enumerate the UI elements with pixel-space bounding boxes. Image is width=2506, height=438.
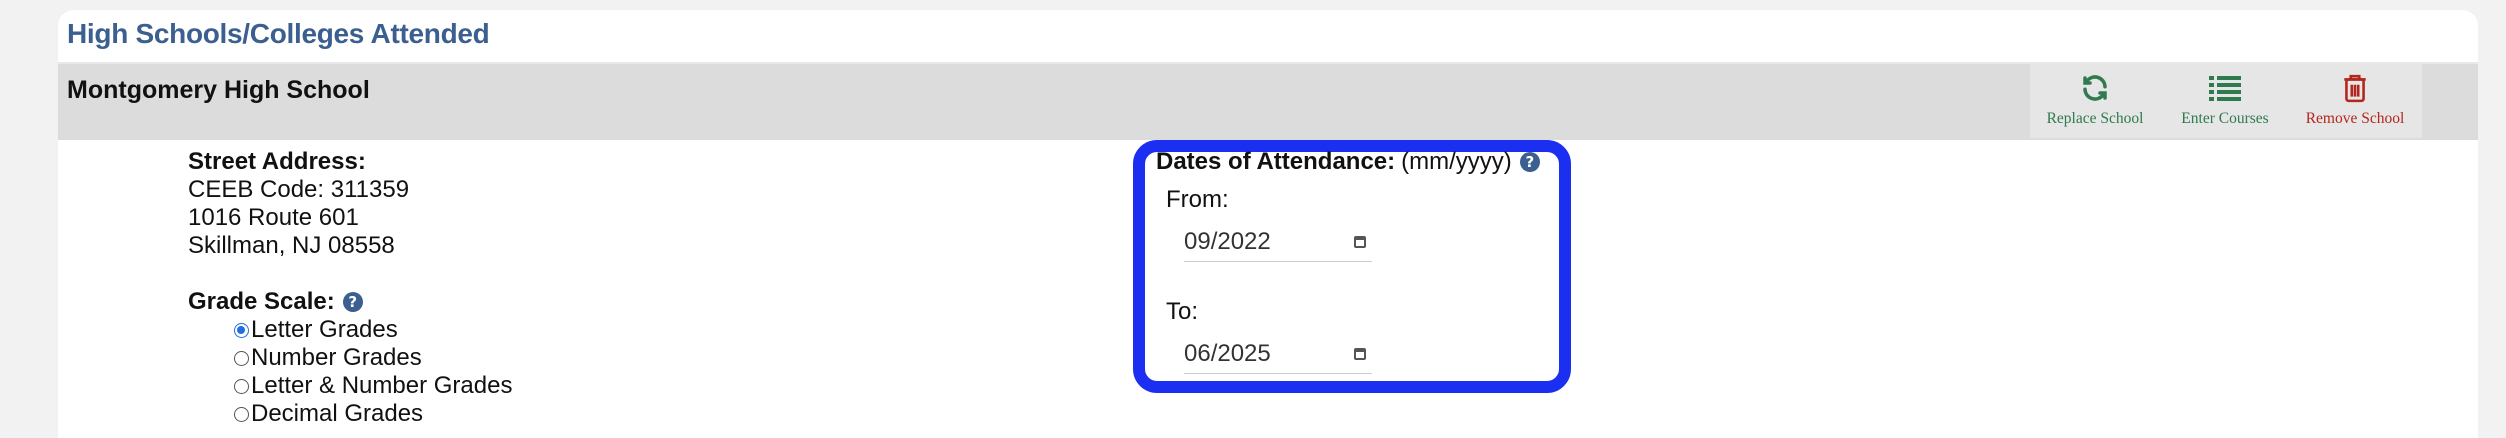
- help-icon[interactable]: ?: [342, 292, 363, 312]
- ceeb-code: CEEB Code: 311359: [188, 176, 410, 203]
- grade-scale-label: Grade Scale:: [188, 288, 335, 315]
- radio-label: Decimal Grades: [251, 400, 424, 427]
- from-date-input[interactable]: 09/2022: [1184, 222, 1372, 262]
- radio-decimal-grades[interactable]: Decimal Grades: [234, 400, 512, 428]
- calendar-icon[interactable]: [1354, 347, 1366, 360]
- help-icon[interactable]: ?: [1519, 152, 1540, 172]
- radio-button[interactable]: [234, 378, 249, 394]
- radio-button[interactable]: [234, 322, 249, 338]
- radio-label: Letter & Number Grades: [251, 372, 513, 399]
- to-label: To:: [1166, 298, 1199, 325]
- radio-label: Letter Grades: [251, 316, 398, 343]
- address-line-2: Skillman, NJ 08558: [188, 232, 395, 259]
- grade-scale-options: Letter Grades Number Grades Letter & Num…: [234, 316, 512, 428]
- school-actions: Replace School Enter Courses Remove Scho…: [2030, 64, 2422, 138]
- trash-icon: [2342, 70, 2368, 106]
- radio-label: Number Grades: [251, 344, 422, 371]
- address-line-1: 1016 Route 601: [188, 204, 359, 231]
- from-date-value: 09/2022: [1184, 227, 1271, 255]
- radio-button[interactable]: [234, 406, 249, 422]
- dates-of-attendance-heading: Dates of Attendance: (mm/yyyy) ?: [1156, 148, 1540, 176]
- radio-button[interactable]: [234, 350, 249, 366]
- remove-school-label: Remove School: [2305, 110, 2405, 127]
- street-address-heading: Street Address:: [188, 148, 366, 175]
- dates-heading-label: Dates of Attendance:: [1156, 148, 1396, 175]
- radio-number-grades[interactable]: Number Grades: [234, 344, 512, 372]
- refresh-icon: [2080, 70, 2110, 106]
- dates-format-hint: (mm/yyyy): [1401, 148, 1512, 175]
- calendar-icon[interactable]: [1354, 235, 1366, 248]
- to-date-input[interactable]: 06/2025: [1184, 334, 1372, 374]
- remove-school-button[interactable]: Remove School: [2290, 64, 2420, 138]
- list-icon: [2209, 70, 2241, 106]
- section-title: High Schools/Colleges Attended: [67, 18, 490, 49]
- enter-courses-button[interactable]: Enter Courses: [2160, 64, 2290, 138]
- enter-courses-label: Enter Courses: [2181, 110, 2269, 127]
- radio-letter-number-grades[interactable]: Letter & Number Grades: [234, 372, 512, 400]
- school-address: Street Address: CEEB Code: 311359 1016 R…: [188, 148, 409, 260]
- replace-school-label: Replace School: [2046, 110, 2144, 127]
- from-label: From:: [1166, 186, 1229, 213]
- replace-school-button[interactable]: Replace School: [2030, 64, 2160, 138]
- grade-scale-heading: Grade Scale: ?: [188, 288, 363, 316]
- school-name: Montgomery High School: [67, 76, 370, 104]
- to-date-value: 06/2025: [1184, 339, 1271, 367]
- radio-letter-grades[interactable]: Letter Grades: [234, 316, 512, 344]
